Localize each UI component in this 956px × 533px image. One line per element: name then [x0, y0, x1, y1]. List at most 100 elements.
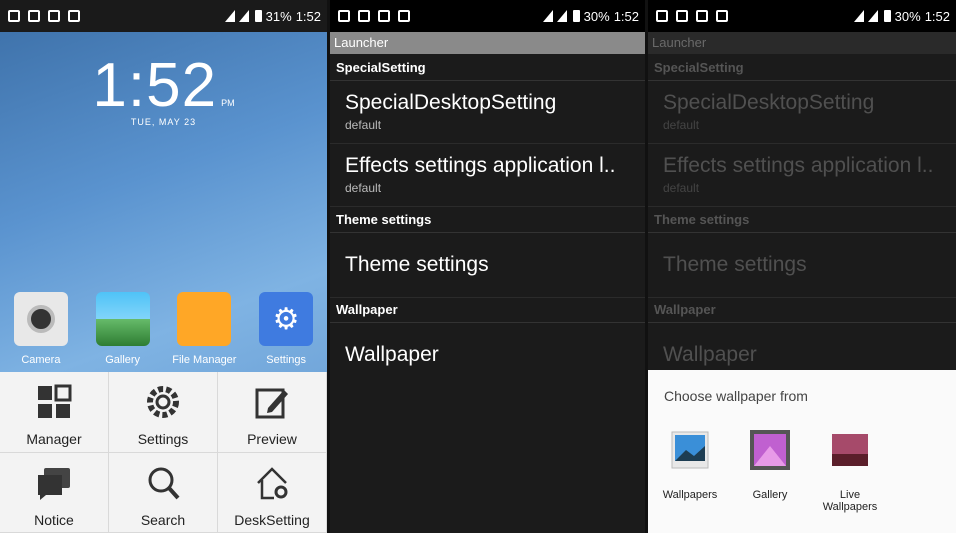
status-time: 1:52 — [924, 8, 950, 24]
choice-label: Gallery — [752, 489, 788, 501]
camera-icon — [13, 292, 68, 346]
item-title: Wallpaper — [663, 343, 757, 366]
setting-effects[interactable]: Effects settings application l.. default — [330, 144, 645, 207]
menu-notice[interactable]: Notice — [0, 452, 109, 533]
app-label: File Manager — [172, 354, 237, 366]
clock-widget[interactable]: 1:52 PM TUE, MAY 23 — [0, 50, 327, 127]
signal-icon — [853, 10, 864, 22]
app-settings[interactable]: ⚙ Settings — [245, 292, 327, 366]
app-label: Settings — [266, 354, 306, 366]
setting-theme[interactable]: Theme settings — [330, 233, 645, 298]
wallpaper-chooser-screen: 30% 1:52 Launcher SpecialSetting Special… — [648, 0, 956, 533]
lock-icon — [68, 10, 80, 22]
setting-wallpaper: Wallpaper — [648, 323, 956, 369]
item-title: Wallpaper — [345, 343, 439, 366]
grid-icon — [38, 384, 72, 418]
chat-icon — [38, 467, 70, 500]
clock-ampm: PM — [221, 98, 235, 108]
item-title: Theme settings — [663, 253, 807, 276]
launcher-settings-screen: 30% 1:52 Launcher SpecialSetting Special… — [330, 0, 645, 533]
item-title: Theme settings — [345, 253, 489, 276]
app-camera[interactable]: Camera — [0, 292, 82, 366]
live-wallpapers-icon — [832, 434, 868, 466]
usb-icon — [696, 10, 708, 22]
status-time: 1:52 — [295, 8, 321, 24]
menu-manager[interactable]: Manager — [0, 372, 109, 453]
battery-percent: 30% — [894, 8, 921, 24]
setting-special-desktop: SpecialDesktopSetting default — [648, 81, 956, 144]
folder-icon — [177, 292, 232, 346]
clock-date: TUE, MAY 23 — [130, 117, 197, 127]
message-icon — [676, 10, 688, 22]
section-header: Theme settings — [648, 208, 956, 233]
item-title: Effects settings application l.. — [345, 154, 616, 177]
menu-label: Manager — [26, 431, 82, 447]
setting-effects: Effects settings application l.. default — [648, 144, 956, 207]
menu-settings[interactable]: Settings — [109, 372, 218, 453]
menu-preview[interactable]: Preview — [218, 372, 327, 453]
choice-wallpapers[interactable]: Wallpapers — [652, 428, 728, 513]
item-subtitle: default — [663, 181, 700, 195]
launcher-menu: Manager Settings Preview Notice Search D… — [0, 372, 327, 533]
app-file-manager[interactable]: File Manager — [164, 292, 246, 366]
item-title: SpecialDesktopSetting — [345, 91, 557, 114]
status-time: 1:52 — [613, 8, 639, 24]
item-subtitle: default — [345, 118, 382, 132]
usb-icon — [378, 10, 390, 22]
gear-icon: ⚙ — [259, 292, 314, 346]
section-header: Theme settings — [330, 208, 645, 233]
setting-special-desktop[interactable]: SpecialDesktopSetting default — [330, 81, 645, 144]
choice-live-wallpapers[interactable]: Live Wallpapers — [812, 428, 888, 513]
gallery-icon — [750, 430, 790, 470]
wallpapers-icon — [671, 431, 709, 469]
home-gear-icon — [257, 466, 288, 499]
dialog-title: Choose wallpaper from — [664, 388, 808, 404]
menu-label: DeskSetting — [234, 511, 310, 528]
section-header: Wallpaper — [330, 298, 645, 323]
battery-percent: 31% — [265, 8, 292, 24]
signal-icon — [867, 10, 878, 22]
item-subtitle: default — [345, 181, 382, 195]
section-header: SpecialSetting — [330, 56, 645, 81]
menu-label: Preview — [247, 431, 297, 447]
app-label: Gallery — [105, 354, 141, 366]
page-title: Launcher — [648, 32, 956, 54]
gear-icon — [147, 386, 179, 418]
clock-time: 1:52 — [92, 51, 218, 120]
signal-icon — [224, 10, 235, 22]
menu-label: Settings — [137, 431, 189, 447]
gallery-icon — [95, 292, 150, 346]
choice-label: Live Wallpapers — [822, 489, 878, 513]
setting-wallpaper[interactable]: Wallpaper — [330, 323, 645, 387]
menu-desksetting[interactable]: DeskSetting — [218, 452, 327, 533]
choice-gallery[interactable]: Gallery — [732, 428, 808, 513]
status-bar: 31% 1:52 — [0, 0, 327, 32]
wallpaper-dialog: Choose wallpaper from Wallpapers Gallery — [648, 370, 956, 533]
app-gallery[interactable]: Gallery — [82, 292, 164, 366]
menu-label: Notice — [34, 511, 74, 528]
battery-icon — [572, 10, 580, 22]
page-title: Launcher — [330, 32, 645, 54]
menu-search[interactable]: Search — [109, 452, 218, 533]
status-bar: 30% 1:52 — [648, 0, 956, 32]
screenshot-icon — [8, 10, 20, 22]
wallpaper-sources: Wallpapers Gallery Live Wallpapers — [648, 428, 956, 513]
app-row: Camera Gallery File Manager ⚙ Settings — [0, 292, 327, 366]
setting-theme: Theme settings — [648, 233, 956, 298]
section-header: SpecialSetting — [648, 56, 956, 81]
usb-icon — [48, 10, 60, 22]
item-subtitle: default — [663, 118, 700, 132]
item-title: Effects settings application l.. — [663, 154, 934, 177]
screenshot-icon — [656, 10, 668, 22]
battery-icon — [883, 10, 891, 22]
signal-icon — [542, 10, 553, 22]
lock-icon — [398, 10, 410, 22]
battery-icon — [254, 10, 262, 22]
app-label: Camera — [21, 354, 61, 366]
battery-percent: 30% — [583, 8, 610, 24]
screenshot-icon — [338, 10, 350, 22]
choice-label: Wallpapers — [662, 489, 718, 501]
message-icon — [358, 10, 370, 22]
item-title: SpecialDesktopSetting — [663, 91, 875, 114]
home-screen: 31% 1:52 1:52 PM TUE, MAY 23 Camera Galle… — [0, 0, 327, 533]
